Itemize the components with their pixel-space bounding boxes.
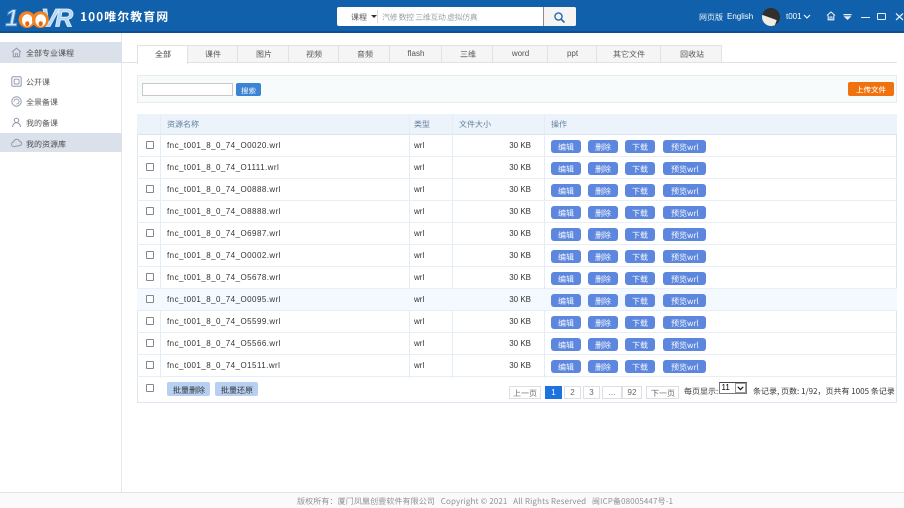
svg-text:1: 1 [5, 5, 18, 29]
